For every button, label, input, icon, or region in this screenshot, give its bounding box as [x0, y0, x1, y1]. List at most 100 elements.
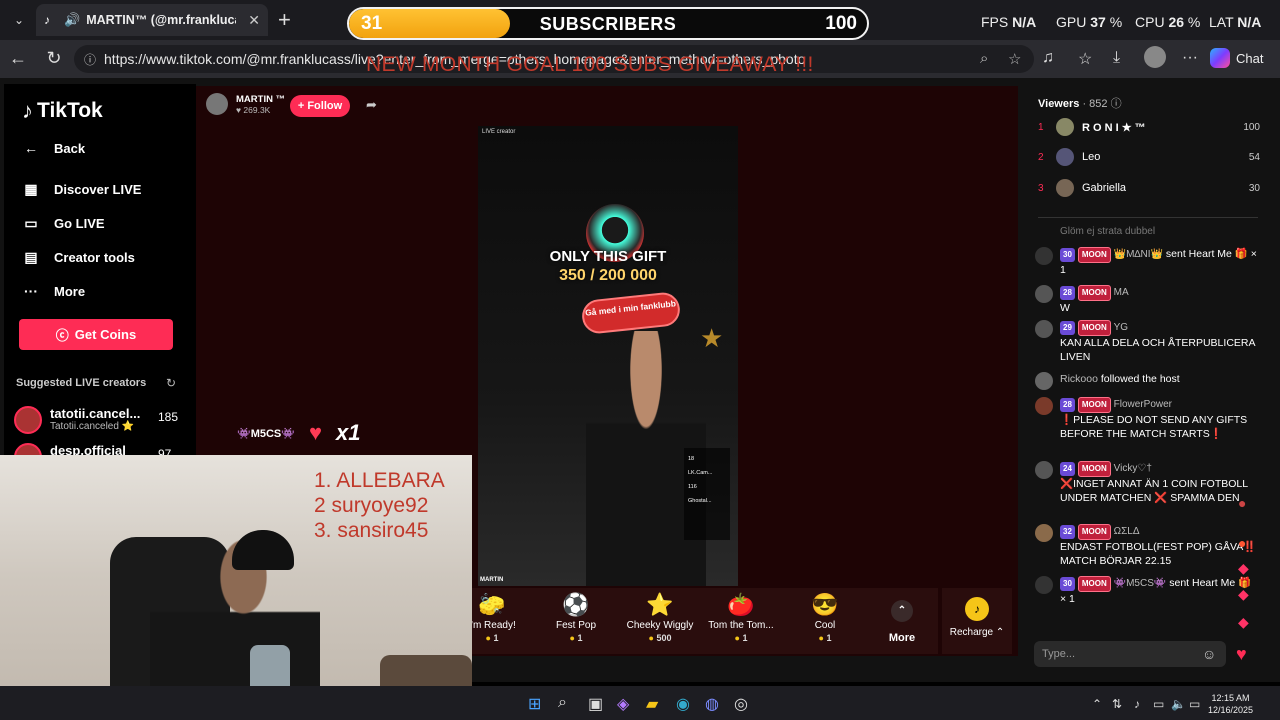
- favorites-icon[interactable]: ☆: [1078, 49, 1092, 69]
- gift-icon: ⭐: [646, 592, 674, 617]
- refresh-icon[interactable]: ↻: [166, 376, 176, 390]
- speaker-icon[interactable]: 🔊: [64, 12, 80, 28]
- chat-label: Chat: [1236, 50, 1264, 66]
- ellipsis-icon: ···: [24, 283, 38, 299]
- close-tab-icon[interactable]: ✕: [248, 12, 260, 29]
- back-arrow-icon[interactable]: ←: [6, 47, 30, 69]
- gift-sticker-icon: ●: [1238, 535, 1247, 551]
- avatar: [1035, 372, 1053, 390]
- pinned-hint: Glöm ej strata dubbel: [1060, 226, 1156, 237]
- tab-title: MARTIN™ (@mr.franklucass): [86, 13, 236, 27]
- fanclub-badge[interactable]: Gå med i min fanklubb: [580, 290, 682, 336]
- avatar: [1035, 285, 1053, 303]
- gift-item[interactable]: 🍅 Tom the Tom... ● 1: [701, 588, 781, 654]
- tab-actions-icon[interactable]: ⌄: [6, 8, 32, 32]
- gift-goal-title: ONLY THIS GIFT: [549, 248, 667, 265]
- heart-gift-icon: ♥: [308, 420, 323, 445]
- gift-icon: ⚽: [562, 592, 590, 617]
- nav-creator-tools[interactable]: ▤ Creator tools: [22, 249, 135, 266]
- gift-alert: 👾M5CS👾 ♥ x1: [237, 420, 361, 445]
- tools-icon: ▤: [24, 249, 38, 265]
- nav-go-live[interactable]: ▭ Go LIVE: [22, 215, 104, 232]
- lat-stat: LAT N/A: [1209, 14, 1262, 30]
- more-gifts-button[interactable]: ⌃ More: [886, 600, 918, 644]
- gift-item[interactable]: ⭐ Cheeky Wiggly ● 500: [620, 588, 700, 654]
- top-viewer-row[interactable]: 1 R O N I ★ ™ 100: [1038, 117, 1260, 137]
- profile-avatar[interactable]: [1144, 46, 1166, 68]
- media-icon[interactable]: ♫: [1042, 49, 1054, 67]
- gift-box-icon: [1035, 576, 1053, 594]
- nav-back[interactable]: ← Back: [22, 140, 85, 156]
- avatar: [1035, 397, 1053, 415]
- follow-button[interactable]: + Follow: [290, 95, 350, 117]
- browser-tab[interactable]: ♪ 🔊 MARTIN™ (@mr.franklucass) ✕: [36, 4, 268, 36]
- more-menu-icon[interactable]: ···: [1182, 49, 1198, 67]
- fps-stat: FPS N/A: [981, 14, 1037, 30]
- host-avatar[interactable]: [206, 93, 228, 115]
- nav-more[interactable]: ··· More: [22, 283, 85, 299]
- avatar: [1035, 461, 1053, 479]
- task-view-icon[interactable]: ▣: [588, 694, 603, 714]
- avatar: [1056, 148, 1074, 166]
- edge-icon[interactable]: ◉: [676, 694, 690, 714]
- avatar: [1056, 179, 1074, 197]
- viewer-count: 185: [158, 410, 179, 424]
- network-icon[interactable]: ⇅: [1112, 697, 1122, 711]
- suggested-creator[interactable]: tatotii.cancel... Tatotii.canceled ⭐ 185: [14, 406, 178, 434]
- copilot-chat-button[interactable]: Chat: [1210, 45, 1263, 71]
- battery-icon[interactable]: ▭: [1189, 697, 1200, 711]
- mic-icon[interactable]: ♪: [1134, 697, 1140, 711]
- obs-icon[interactable]: ◎: [734, 694, 748, 714]
- volume-icon[interactable]: 🔈: [1171, 697, 1186, 711]
- tray-chevron-icon[interactable]: ⌃: [1092, 697, 1102, 711]
- display-icon[interactable]: ▭: [1153, 697, 1164, 711]
- tiktok-note-icon: ♪: [22, 98, 33, 123]
- favorite-star-icon[interactable]: ☆: [1008, 50, 1021, 68]
- top-viewer-row[interactable]: 3 Gabriella 30: [1038, 178, 1260, 198]
- heart-icon[interactable]: ♥: [1236, 644, 1247, 665]
- start-icon[interactable]: ⊞: [528, 694, 541, 714]
- info-icon[interactable]: ⓘ: [1111, 98, 1122, 110]
- downloads-icon[interactable]: ⤓: [1113, 49, 1120, 67]
- gift-sticker-icon: ◆: [1238, 560, 1249, 576]
- copilot-taskbar-icon[interactable]: ◈: [617, 694, 629, 714]
- zoom-icon[interactable]: ⌕: [980, 50, 988, 67]
- giveaway-leaderboard: 1. ALLEBARA 2 suryoye92 3. sansiro45: [314, 469, 445, 542]
- file-explorer-icon[interactable]: ▰: [646, 694, 658, 714]
- tiktok-favicon-icon: ♪: [44, 13, 50, 27]
- gift-icon: 🍅: [727, 592, 755, 617]
- copilot-icon: [1210, 48, 1230, 68]
- avatar: [1035, 524, 1053, 542]
- viewers-header[interactable]: Viewers · 852 ⓘ: [1038, 95, 1122, 111]
- reload-icon[interactable]: ↻: [42, 47, 66, 69]
- coin-icon: ⓒ: [55, 328, 69, 343]
- get-coins-button[interactable]: ⓒ Get Coins: [19, 319, 173, 350]
- gift-item[interactable]: ⚽ Fest Pop ● 1: [536, 588, 616, 654]
- discover-icon: ▦: [24, 181, 38, 197]
- back-circle-icon: ←: [24, 140, 38, 156]
- avatar: [1035, 320, 1053, 338]
- tiktok-logo[interactable]: ♪ TikTok: [22, 98, 103, 124]
- live-video[interactable]: LIVE creator ONLY THIS GIFT 350 / 200 00…: [478, 126, 738, 586]
- share-icon[interactable]: ➦: [366, 97, 377, 113]
- top-viewer-row[interactable]: 2 Leo 54: [1038, 147, 1260, 167]
- nav-discover-live[interactable]: ▦ Discover LIVE: [22, 181, 141, 198]
- gift-icon: 😎: [811, 592, 839, 617]
- gpu-stat: GPU 37 %: [1056, 14, 1123, 30]
- cpu-stat: CPU 26 %: [1135, 14, 1201, 30]
- host-info[interactable]: MARTIN ™ ♥ 269.3K: [206, 93, 285, 115]
- gift-sticker-icon: ◆: [1238, 586, 1249, 602]
- camera-icon: ▭: [24, 215, 38, 231]
- gift-item[interactable]: 😎 Cool ● 1: [785, 588, 865, 654]
- discord-icon[interactable]: ◍: [705, 694, 719, 714]
- avatar: [1056, 118, 1074, 136]
- new-tab-icon[interactable]: +: [278, 7, 291, 33]
- site-info-icon[interactable]: ⓘ: [84, 51, 96, 68]
- search-icon[interactable]: ⌕: [558, 694, 567, 712]
- recharge-button[interactable]: ♪ Recharge ⌃: [942, 588, 1012, 654]
- system-clock[interactable]: 12:15 AM 12/16/2025: [1208, 692, 1253, 716]
- emoji-icon[interactable]: ☺: [1202, 646, 1216, 662]
- divider: [1038, 217, 1258, 218]
- chat-input[interactable]: Type...: [1034, 641, 1226, 667]
- gift-sticker-icon: ◆: [1238, 614, 1249, 630]
